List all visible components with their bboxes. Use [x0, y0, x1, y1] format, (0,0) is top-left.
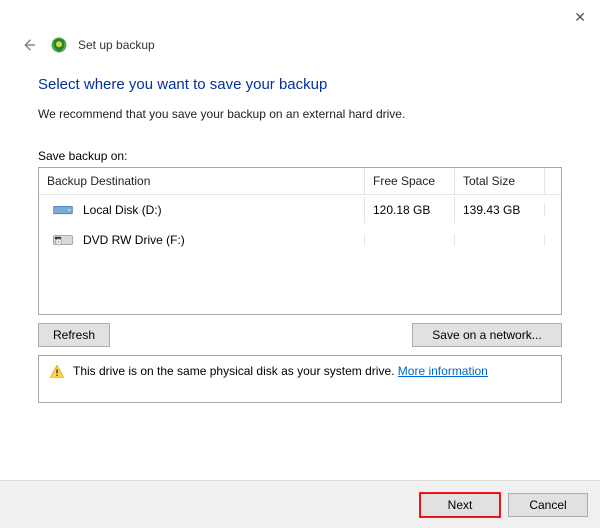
free-space-cell	[364, 234, 454, 246]
header-spacer	[544, 168, 561, 194]
drive-name: DVD RW Drive (F:)	[83, 233, 185, 247]
more-information-link[interactable]: More information	[398, 364, 488, 378]
table-header: Backup Destination Free Space Total Size	[39, 168, 561, 195]
drive-name: Local Disk (D:)	[83, 203, 162, 217]
back-button[interactable]	[18, 34, 40, 56]
action-button-row: Refresh Save on a network...	[38, 323, 562, 347]
footer: Next Cancel	[0, 480, 600, 528]
header-row: Set up backup	[0, 34, 600, 66]
close-icon[interactable]: ✕	[574, 9, 586, 26]
header-destination[interactable]: Backup Destination	[39, 168, 364, 194]
warning-icon	[49, 364, 65, 380]
window-title: Set up backup	[78, 38, 155, 52]
header-free-space[interactable]: Free Space	[364, 168, 454, 194]
warning-text-container: This drive is on the same physical disk …	[73, 364, 488, 378]
list-label: Save backup on:	[38, 149, 562, 163]
header-total-size[interactable]: Total Size	[454, 168, 544, 194]
backup-shield-icon	[50, 36, 68, 54]
save-on-network-button[interactable]: Save on a network...	[412, 323, 562, 347]
destination-table: Backup Destination Free Space Total Size…	[38, 167, 562, 315]
content-area: Select where you want to save your backu…	[0, 66, 600, 403]
recommendation-text: We recommend that you save your backup o…	[38, 107, 562, 121]
total-size-cell	[454, 234, 544, 246]
arrow-left-icon	[20, 36, 38, 54]
warning-text: This drive is on the same physical disk …	[73, 364, 394, 378]
free-space-cell: 120.18 GB	[364, 197, 454, 223]
page-heading: Select where you want to save your backu…	[38, 76, 562, 93]
warning-panel: This drive is on the same physical disk …	[38, 355, 562, 403]
total-size-cell: 139.43 GB	[454, 197, 544, 223]
refresh-button[interactable]: Refresh	[38, 323, 110, 347]
hard-drive-icon	[53, 203, 73, 217]
table-row[interactable]: DVD RW Drive (F:)	[39, 225, 561, 255]
next-button[interactable]: Next	[420, 493, 500, 517]
table-row[interactable]: Local Disk (D:) 120.18 GB 139.43 GB	[39, 195, 561, 225]
titlebar: ✕	[0, 0, 600, 34]
cancel-button[interactable]: Cancel	[508, 493, 588, 517]
dvd-drive-icon	[53, 233, 73, 247]
